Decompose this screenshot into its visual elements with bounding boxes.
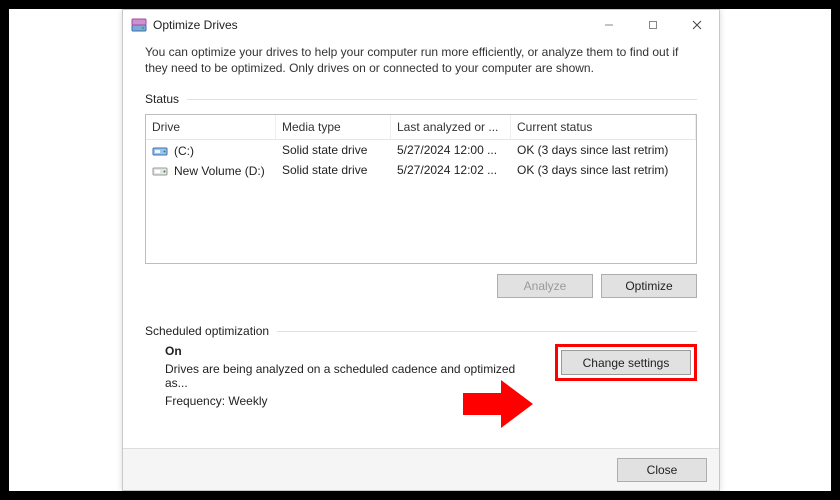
drive-name: (C:)	[174, 144, 194, 158]
drive-row[interactable]: (C:) Solid state drive 5/27/2024 12:00 .…	[146, 140, 696, 160]
drive-last: 5/27/2024 12:00 ...	[391, 142, 511, 160]
description-text: You can optimize your drives to help you…	[145, 44, 697, 76]
column-headers[interactable]: Drive Media type Last analyzed or ... Cu…	[146, 115, 696, 140]
scheduled-heading-label: Scheduled optimization	[145, 324, 277, 338]
scheduled-heading: Scheduled optimization	[145, 324, 697, 338]
close-button[interactable]	[675, 10, 719, 40]
drive-media: Solid state drive	[276, 142, 391, 160]
status-heading-label: Status	[145, 92, 187, 106]
maximize-button[interactable]	[631, 10, 675, 40]
disk-icon	[152, 143, 168, 159]
col-status[interactable]: Current status	[511, 115, 696, 139]
titlebar: Optimize Drives	[123, 10, 719, 40]
drive-media: Solid state drive	[276, 162, 391, 180]
status-heading: Status	[145, 92, 697, 106]
optimize-drives-window: Optimize Drives You can optimize your dr…	[122, 9, 720, 491]
drive-row[interactable]: New Volume (D:) Solid state drive 5/27/2…	[146, 160, 696, 180]
page-frame: Optimize Drives You can optimize your dr…	[8, 8, 832, 492]
scheduled-description: Drives are being analyzed on a scheduled…	[165, 362, 533, 390]
bottom-bar: Close	[123, 448, 719, 490]
drive-name: New Volume (D:)	[174, 164, 265, 178]
window-title: Optimize Drives	[153, 18, 238, 32]
drives-list[interactable]: Drive Media type Last analyzed or ... Cu…	[145, 114, 697, 264]
minimize-button[interactable]	[587, 10, 631, 40]
drive-status: OK (3 days since last retrim)	[511, 162, 696, 180]
analyze-button[interactable]: Analyze	[497, 274, 593, 298]
close-dialog-button[interactable]: Close	[617, 458, 707, 482]
change-settings-button[interactable]: Change settings	[561, 350, 691, 375]
optimize-button[interactable]: Optimize	[601, 274, 697, 298]
drive-app-icon	[131, 17, 147, 33]
disk-icon	[152, 163, 168, 179]
drive-status: OK (3 days since last retrim)	[511, 142, 696, 160]
col-media[interactable]: Media type	[276, 115, 391, 139]
scheduled-state: On	[165, 344, 533, 358]
frequency-label: Frequency:	[165, 394, 225, 408]
col-last[interactable]: Last analyzed or ...	[391, 115, 511, 139]
col-drive[interactable]: Drive	[146, 115, 276, 139]
frequency-value: Weekly	[228, 394, 267, 408]
change-settings-highlight: Change settings	[555, 344, 697, 381]
drive-last: 5/27/2024 12:02 ...	[391, 162, 511, 180]
